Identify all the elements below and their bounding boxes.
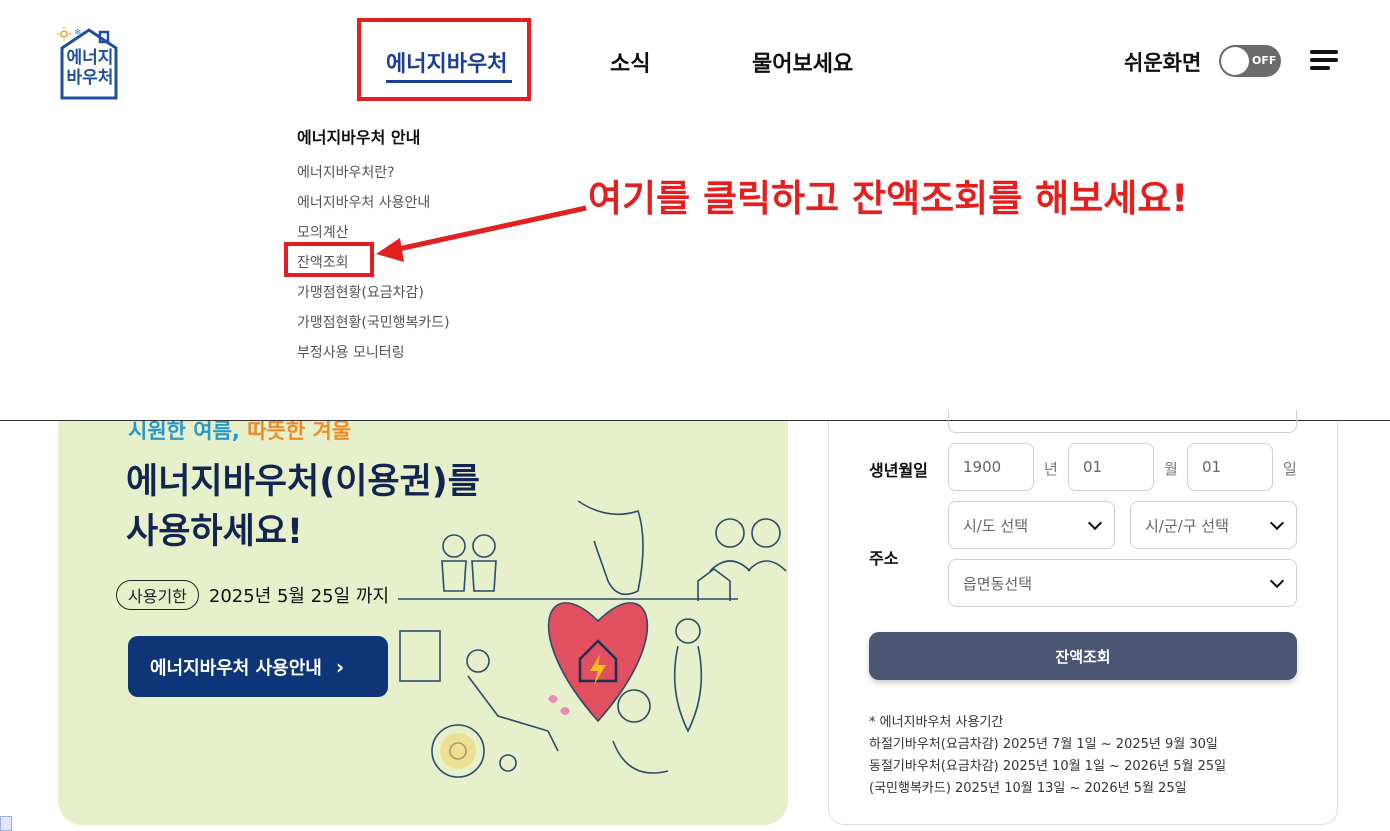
note-line: 동절기바우처(요금차감) 2025년 10월 1일 ~ 2026년 5월 25일 <box>869 759 1227 774</box>
easy-mode-toggle[interactable]: OFF <box>1219 45 1281 77</box>
sido-select[interactable]: 시/도 선택 <box>948 501 1115 549</box>
corner-tab[interactable] <box>0 816 12 831</box>
welfare-illustration-icon <box>398 500 787 778</box>
annotation-arrow-icon <box>376 205 587 262</box>
birth-month-input[interactable]: 01 <box>1068 443 1154 491</box>
site-logo[interactable]: ❄ 에너지 바우처 <box>56 24 122 100</box>
toggle-state: OFF <box>1252 54 1277 67</box>
period-label: 사용기한 <box>116 580 199 610</box>
chevron-right-icon: › <box>335 654 345 679</box>
birth-day-input[interactable]: 01 <box>1187 443 1273 491</box>
toggle-knob <box>1221 47 1249 75</box>
balance-inquiry-button[interactable]: 잔액조회 <box>869 632 1297 680</box>
menu-item-merchants-deduction[interactable]: 가맹점현황(요금차감) <box>297 282 424 302</box>
address-label: 주소 <box>869 549 899 568</box>
day-unit: 일 <box>1283 460 1297 478</box>
usage-guide-button[interactable]: 에너지바우처 사용안내 › <box>128 636 388 697</box>
chevron-down-icon <box>1087 515 1103 531</box>
page: ❄ 에너지 바우처 에너지바우처 소식 물어보세요 쉬운화면 OFF 에너지바우처… <box>0 0 1390 831</box>
chevron-down-icon <box>1269 515 1285 531</box>
menu-item-about[interactable]: 에너지바우처란? <box>297 162 395 182</box>
note-line: 하절기바우처(요금차감) 2025년 7월 1일 ~ 2025년 9월 30일 <box>869 737 1218 752</box>
name-field-partial[interactable] <box>948 410 1297 433</box>
menu-item-merchants-card[interactable]: 가맹점현황(국민행복카드) <box>297 312 450 332</box>
chevron-down-icon <box>1269 573 1285 589</box>
dropdown-title: 에너지바우처 안내 <box>297 128 421 147</box>
nav-news[interactable]: 소식 <box>610 46 650 78</box>
easy-mode-label: 쉬운화면 <box>1124 51 1202 75</box>
month-unit: 월 <box>1164 460 1178 478</box>
promo-banner: 시원한 여름, 따뜻한 겨울 에너지바우처(이용권)를 사용하세요! 사용기한 … <box>58 421 788 825</box>
note-line: * 에너지바우처 사용기간 <box>869 715 1004 730</box>
menu-item-simulation[interactable]: 모의계산 <box>297 222 349 242</box>
highlight-box-balance <box>284 242 374 277</box>
sigungu-select[interactable]: 시/군/구 선택 <box>1130 501 1297 549</box>
eupmyeondong-select[interactable]: 읍면동선택 <box>948 559 1297 607</box>
hamburger-menu-icon[interactable] <box>1310 50 1338 72</box>
logo-text: 에너지 바우처 <box>66 48 114 88</box>
period-date: 2025년 5월 25일 까지 <box>208 586 390 607</box>
birth-label: 생년월일 <box>869 461 928 480</box>
menu-item-misuse-monitoring[interactable]: 부정사용 모니터링 <box>297 342 405 362</box>
usage-period-notes: * 에너지바우처 사용기간 하절기바우처(요금차감) 2025년 7월 1일 ~… <box>869 712 1226 800</box>
banner-period: 사용기한 2025년 5월 25일 까지 <box>116 579 389 611</box>
note-line: (국민행복카드) 2025년 10월 13일 ~ 2026년 5월 25일 <box>869 781 1187 796</box>
highlight-box-nav <box>357 18 531 101</box>
banner-tagline: 시원한 여름, 따뜻한 겨울 <box>128 421 352 443</box>
year-unit: 년 <box>1044 460 1058 478</box>
annotation-text: 여기를 클릭하고 잔액조회를 해보세요! <box>588 177 1189 220</box>
birth-year-input[interactable]: 1900 <box>948 443 1034 491</box>
nav-ask[interactable]: 물어보세요 <box>752 46 853 78</box>
